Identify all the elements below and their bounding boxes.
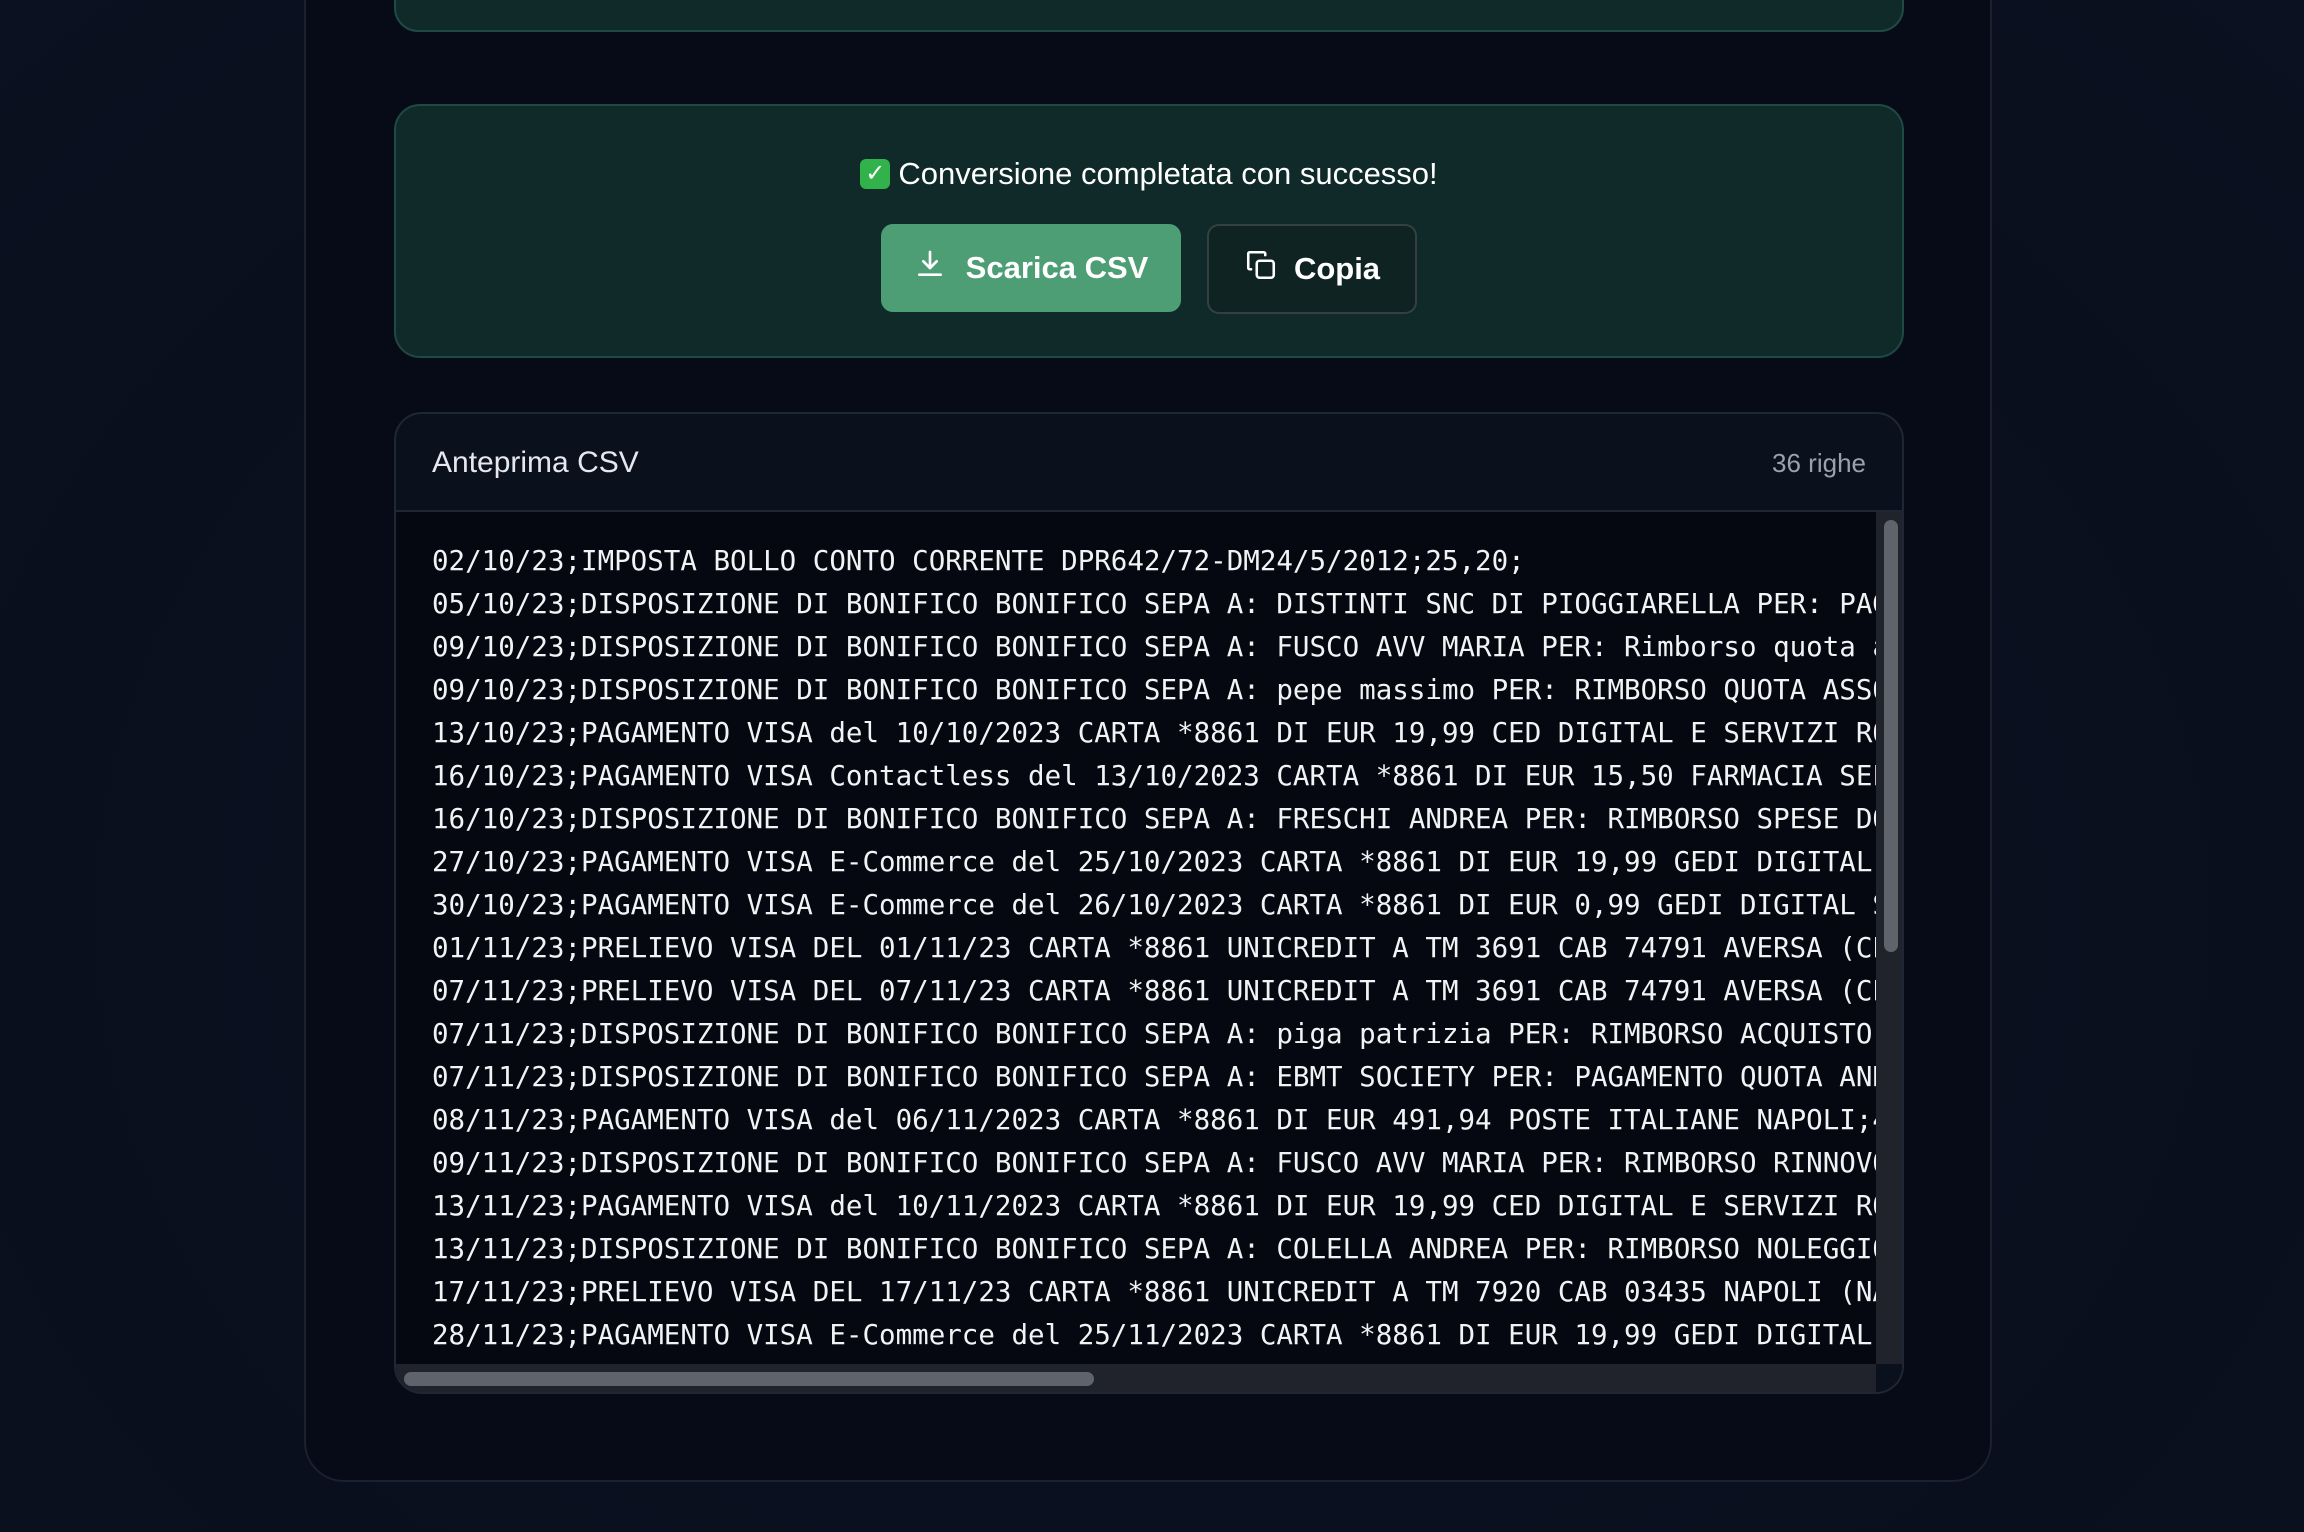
csv-preview-title: Anteprima CSV [432,446,639,479]
csv-line: 01/11/23;PRELIEVO VISA DEL 01/11/23 CART… [432,932,1876,964]
action-buttons: Scarica CSV Copia [396,224,1902,314]
csv-line: 13/11/23;PAGAMENTO VISA del 10/11/2023 C… [432,1190,1876,1222]
copy-label: Copia [1293,251,1381,286]
upload-card [394,0,1904,32]
conversion-success-card: ✓ Conversione completata con successo! S… [394,104,1904,358]
download-icon [914,248,946,288]
success-message-text: Conversione completata con successo! [898,156,1438,191]
vertical-scrollbar-thumb[interactable] [1884,520,1898,952]
csv-line: 16/10/23;PAGAMENTO VISA Contactless del … [432,760,1876,792]
download-csv-label: Scarica CSV [965,250,1149,285]
csv-line: 09/10/23;DISPOSIZIONE DI BONIFICO BONIFI… [432,631,1876,663]
download-csv-button[interactable]: Scarica CSV [881,224,1181,312]
horizontal-scrollbar[interactable] [396,1364,1876,1392]
csv-line: 09/11/23;DISPOSIZIONE DI BONIFICO BONIFI… [432,1147,1876,1179]
csv-preview-content[interactable]: 02/10/23;IMPOSTA BOLLO CONTO CORRENTE DP… [396,512,1876,1364]
csv-line: 07/11/23;DISPOSIZIONE DI BONIFICO BONIFI… [432,1061,1876,1093]
csv-line: 16/10/23;DISPOSIZIONE DI BONIFICO BONIFI… [432,803,1876,835]
copy-icon [1244,248,1278,290]
csv-line: 28/11/23;PAGAMENTO VISA E-Commerce del 2… [432,1319,1876,1351]
csv-line: 02/10/23;IMPOSTA BOLLO CONTO CORRENTE DP… [432,545,1525,577]
vertical-scrollbar[interactable] [1876,512,1902,1364]
horizontal-scrollbar-thumb[interactable] [404,1372,1094,1386]
check-mark-box-icon: ✓ [860,159,891,189]
csv-line: 17/11/23;PRELIEVO VISA DEL 17/11/23 CART… [432,1276,1876,1308]
csv-line: 13/10/23;PAGAMENTO VISA del 10/10/2023 C… [432,717,1876,749]
csv-line: 07/11/23;DISPOSIZIONE DI BONIFICO BONIFI… [432,1018,1876,1050]
success-message: ✓ Conversione completata con successo! [396,156,1902,192]
csv-preview-card: Anteprima CSV 36 righe 02/10/23;IMPOSTA … [394,412,1904,1394]
csv-line: 07/11/23;PRELIEVO VISA DEL 07/11/23 CART… [432,975,1876,1007]
csv-preview-header: Anteprima CSV 36 righe [396,414,1902,512]
row-count: 36 righe [1772,448,1866,478]
copy-button[interactable]: Copia [1207,224,1417,314]
csv-line: 27/10/23;PAGAMENTO VISA E-Commerce del 2… [432,846,1876,878]
csv-line: 08/11/23;PAGAMENTO VISA del 06/11/2023 C… [432,1104,1876,1136]
csv-lines: 02/10/23;IMPOSTA BOLLO CONTO CORRENTE DP… [432,540,1876,1357]
csv-line: 09/10/23;DISPOSIZIONE DI BONIFICO BONIFI… [432,674,1876,706]
csv-line: 13/11/23;DISPOSIZIONE DI BONIFICO BONIFI… [432,1233,1876,1265]
csv-line: 05/10/23;DISPOSIZIONE DI BONIFICO BONIFI… [432,588,1876,620]
csv-line: 30/10/23;PAGAMENTO VISA E-Commerce del 2… [432,889,1876,921]
